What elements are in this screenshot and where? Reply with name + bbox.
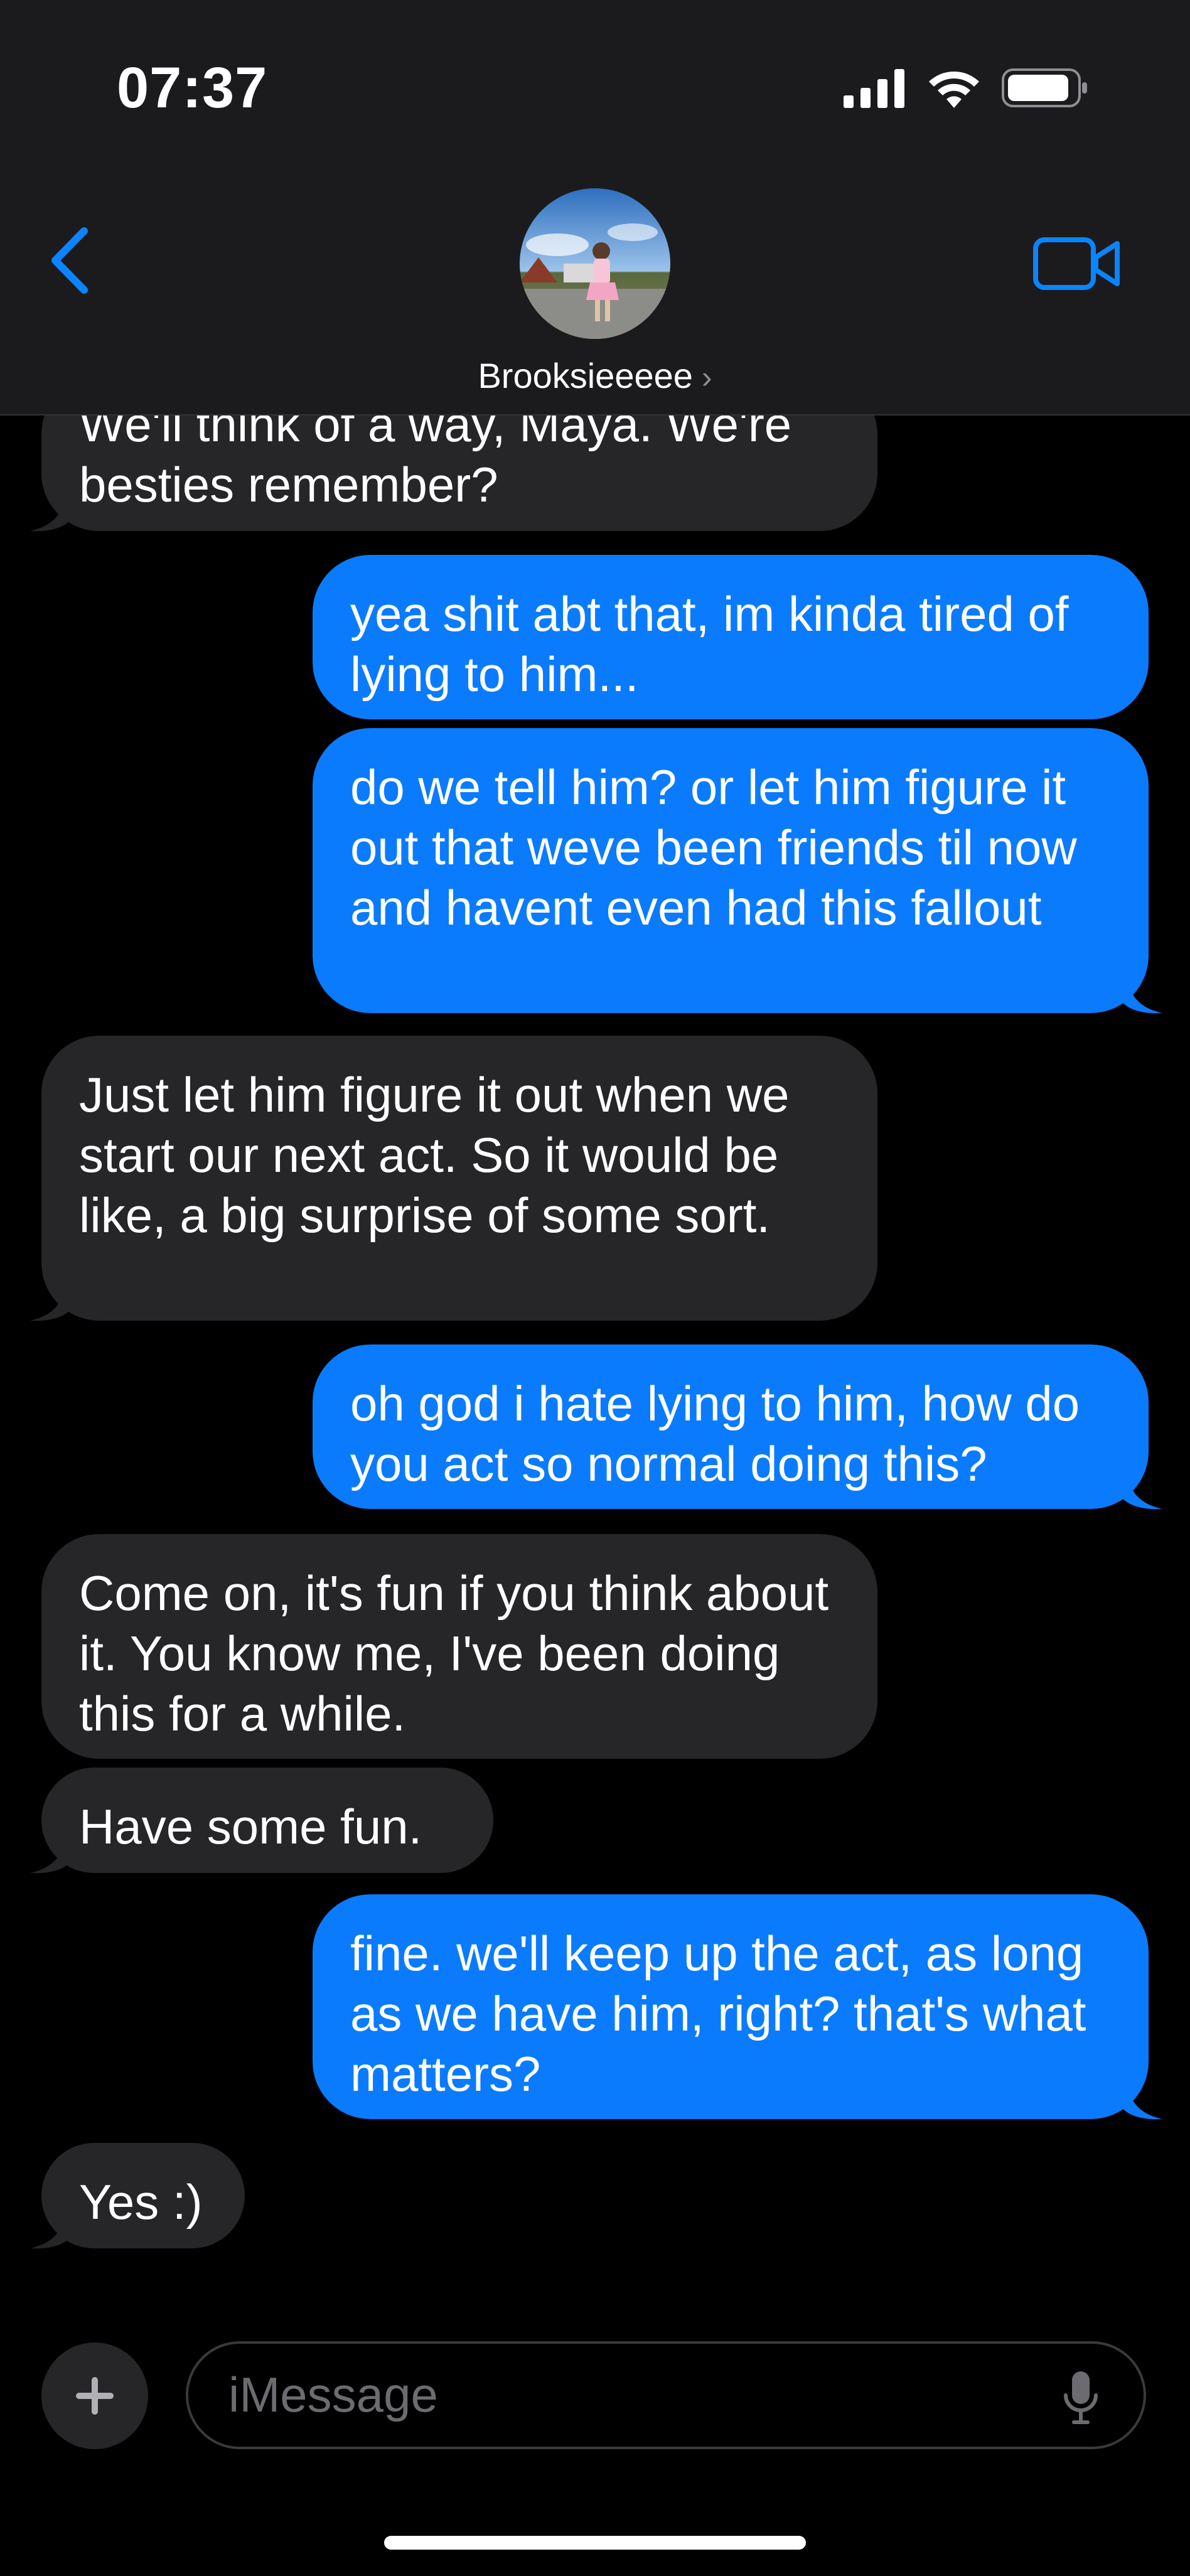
message-bubble-incoming[interactable]: Yes :) (41, 2143, 245, 2248)
message-bubble-outgoing[interactable]: fine. we'll keep up the act, as long as … (313, 1894, 1149, 2119)
battery-icon (1002, 68, 1087, 107)
status-time: 07:37 (117, 56, 268, 120)
message-text: do we tell him? or let him figure it out… (350, 759, 1077, 935)
message-bubble-outgoing[interactable]: oh god i hate lying to him, how do you a… (313, 1344, 1149, 1509)
bubble-tail (1121, 1466, 1162, 1510)
message-text: fine. we'll keep up the act, as long as … (350, 1926, 1086, 2101)
chevron-right-icon: › (701, 360, 712, 395)
bubble-tail (30, 2206, 72, 2249)
message-text: Have some fun. (79, 1799, 422, 1854)
bubble-tail (30, 1830, 72, 1874)
message-text: Just let him figure it out when we start… (79, 1067, 790, 1243)
home-indicator[interactable] (384, 2536, 806, 2550)
message-text: Come on, it's fun if you think about it.… (79, 1565, 829, 1741)
message-bubble-incoming[interactable]: Just let him figure it out when we start… (41, 1036, 877, 1321)
message-input[interactable]: iMessage (186, 2341, 1146, 2449)
apps-plus-button[interactable] (41, 2343, 148, 2449)
message-text: oh god i hate lying to him, how do you a… (350, 1376, 1080, 1491)
contact-name: Brooksieeeee (478, 356, 693, 395)
bubble-tail (30, 1278, 72, 1321)
back-chevron-icon[interactable] (45, 226, 95, 295)
cellular-signal-icon (844, 69, 904, 108)
message-bubble-incoming[interactable]: Come on, it's fun if you think about it.… (41, 1534, 877, 1759)
message-text: Yes :) (79, 2174, 203, 2230)
message-bubble-outgoing[interactable]: yea shit abt that, im kinda tired of lyi… (313, 555, 1149, 719)
avatar-photo (520, 188, 670, 339)
message-bubble-incoming[interactable]: Have some fun. (41, 1768, 493, 1873)
plus-icon (76, 2377, 114, 2415)
status-icons (844, 63, 1090, 113)
contact-avatar[interactable] (520, 188, 670, 339)
message-input-placeholder: iMessage (228, 2367, 438, 2422)
message-bubble-outgoing[interactable]: do we tell him? or let him figure it out… (313, 728, 1149, 1013)
message-text: yea shit abt that, im kinda tired of lyi… (350, 586, 1069, 702)
wifi-icon (929, 72, 979, 108)
microphone-icon[interactable] (1062, 2370, 1100, 2425)
contact-name-button[interactable]: Brooksieeeee › (0, 355, 1190, 396)
bubble-tail (1121, 2076, 1162, 2120)
bubble-tail (30, 488, 72, 532)
bubble-tail (1121, 970, 1162, 1014)
conversation-header: 07:37 Brooksieeeee › (0, 0, 1190, 416)
video-call-icon[interactable] (1033, 233, 1121, 294)
